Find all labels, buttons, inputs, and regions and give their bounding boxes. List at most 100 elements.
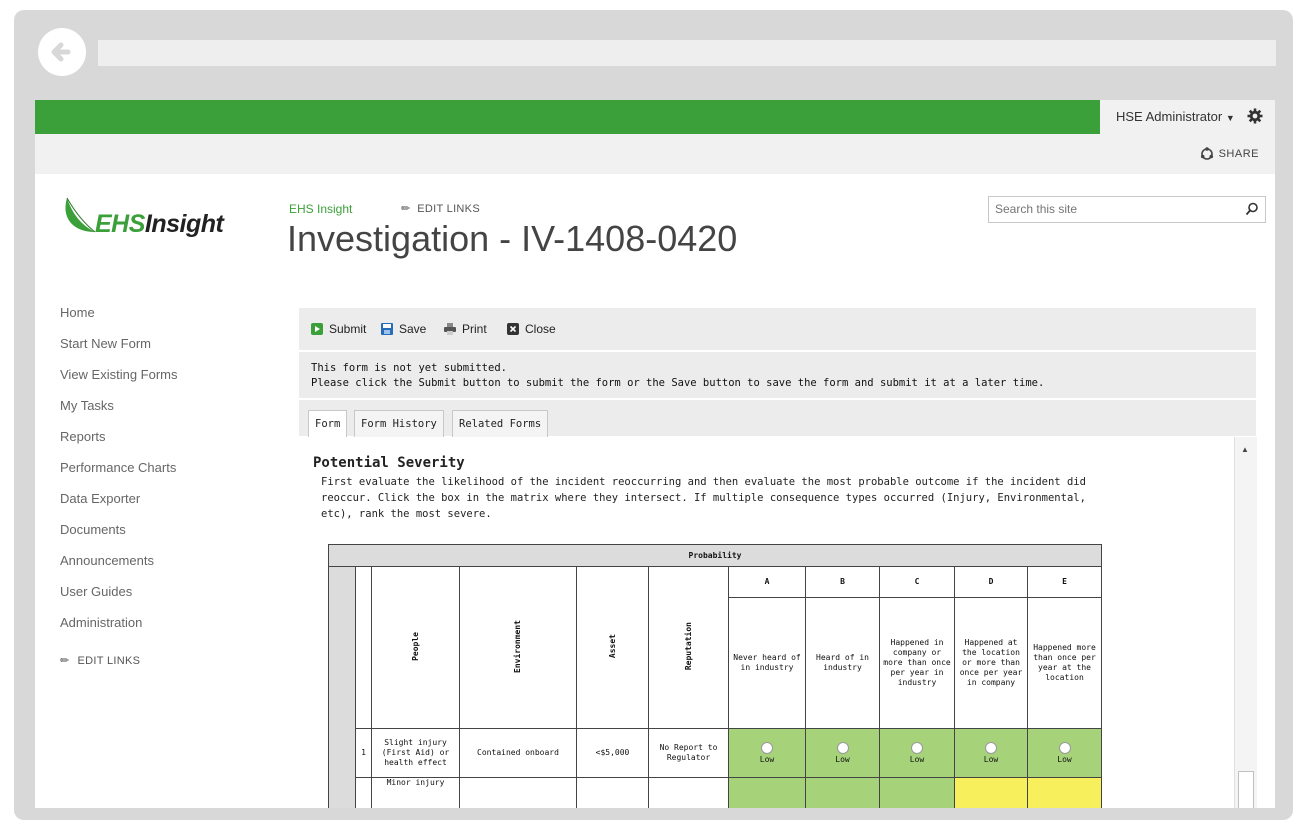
probability-letter-e: E xyxy=(1027,566,1102,598)
matrix-cell-2e[interactable] xyxy=(1027,777,1102,808)
row2-reputation xyxy=(648,777,729,808)
matrix-cell-1c[interactable]: Low xyxy=(879,728,955,778)
nav-item-announcements[interactable]: Announcements xyxy=(60,553,178,584)
save-button[interactable]: Save xyxy=(381,322,426,336)
site-logo[interactable]: EHSInsight xyxy=(59,196,259,246)
tab-form[interactable]: Form xyxy=(308,410,348,438)
probability-desc-e: Happened more than once per year at the … xyxy=(1027,597,1102,729)
column-header-reputation: Reputation xyxy=(648,566,729,729)
radio-button[interactable] xyxy=(761,741,773,754)
instructions-line-1: First evaluate the likelihood of the inc… xyxy=(321,476,1086,488)
notice-line-1: This form is not yet submitted. xyxy=(311,362,507,374)
tab-form-history[interactable]: Form History xyxy=(354,410,444,437)
nav-item-my-tasks[interactable]: My Tasks xyxy=(60,398,178,429)
submit-icon xyxy=(311,323,323,335)
matrix-cell-1d[interactable]: Low xyxy=(954,728,1028,778)
pencil-icon: ✏︎ xyxy=(401,203,411,215)
row2-asset xyxy=(576,777,649,808)
form-scrollbar[interactable]: ▲ xyxy=(1234,437,1257,808)
form-tabs: Form Form History Related Forms xyxy=(299,400,1256,438)
row1-reputation: No Report to Regulator xyxy=(648,728,729,778)
nav-item-documents[interactable]: Documents xyxy=(60,522,178,553)
edit-links-top[interactable]: ✏︎ EDIT LINKS xyxy=(401,202,480,215)
close-icon xyxy=(507,323,519,335)
matrix-cell-2a[interactable] xyxy=(728,777,806,808)
row1-environment: Contained onboard xyxy=(459,728,577,778)
share-label: SHARE xyxy=(1218,148,1259,160)
breadcrumb-link[interactable]: EHS Insight xyxy=(289,202,352,216)
form-toolbar: Submit Save Print Close xyxy=(299,308,1256,350)
instructions-line-2: reoccur. Click the box in the matrix whe… xyxy=(321,492,1086,504)
logo-text: EHSInsight xyxy=(95,210,224,238)
severity-axis-column xyxy=(328,566,356,808)
probability-letter-a: A xyxy=(728,566,806,598)
nav-item-view-existing-forms[interactable]: View Existing Forms xyxy=(60,367,178,398)
probability-desc-d: Happened at the location or more than on… xyxy=(954,597,1028,729)
form-status-notice: This form is not yet submitted. Please c… xyxy=(299,352,1256,398)
search-icon[interactable] xyxy=(1245,202,1259,216)
severity-number: 1 xyxy=(355,728,372,778)
caret-down-icon: ▼ xyxy=(1225,113,1235,123)
address-bar[interactable] xyxy=(98,40,1276,66)
matrix-cell-1b[interactable]: Low xyxy=(805,728,880,778)
nav-item-data-exporter[interactable]: Data Exporter xyxy=(60,491,178,522)
matrix-cell-1e[interactable]: Low xyxy=(1027,728,1102,778)
submit-button[interactable]: Submit xyxy=(311,322,366,336)
row1-people: Slight injury (First Aid) or health effe… xyxy=(371,728,460,778)
matrix-cell-2c[interactable] xyxy=(879,777,955,808)
probability-desc-c: Happened in company or more than once pe… xyxy=(879,597,955,729)
close-button[interactable]: Close xyxy=(507,322,556,336)
print-icon xyxy=(444,323,456,335)
notice-line-2: Please click the Submit button to submit… xyxy=(311,377,1045,389)
suite-bar: HSE Administrator ▼ xyxy=(35,100,1275,134)
probability-letter-d: D xyxy=(954,566,1028,598)
page-title: Investigation - IV-1408-0420 xyxy=(287,218,738,259)
nav-item-reports[interactable]: Reports xyxy=(60,429,178,460)
tab-related-forms[interactable]: Related Forms xyxy=(452,410,549,437)
radio-button[interactable] xyxy=(1058,741,1071,754)
nav-item-administration[interactable]: Administration xyxy=(60,615,178,646)
scroll-thumb[interactable] xyxy=(1238,771,1254,808)
user-menu[interactable]: HSE Administrator ▼ xyxy=(1116,109,1235,124)
probability-letter-b: B xyxy=(805,566,880,598)
column-header-people: People xyxy=(371,566,460,729)
print-button[interactable]: Print xyxy=(444,322,487,336)
share-button[interactable]: SHARE xyxy=(1200,147,1259,161)
back-button[interactable] xyxy=(38,28,86,76)
probability-desc-b: Heard of in industry xyxy=(805,597,880,729)
matrix-cell-2d[interactable] xyxy=(954,777,1028,808)
radio-button[interactable] xyxy=(985,741,997,754)
back-arrow-icon xyxy=(51,42,71,62)
pencil-icon: ✏︎ xyxy=(60,655,70,667)
nav-item-home[interactable]: Home xyxy=(60,305,178,336)
search-input[interactable] xyxy=(989,197,1231,221)
column-header-environment: Environment xyxy=(459,566,577,729)
row2-people: Minor injury xyxy=(371,777,460,808)
save-icon xyxy=(381,323,393,335)
nav-item-performance-charts[interactable]: Performance Charts xyxy=(60,460,178,491)
gear-icon[interactable] xyxy=(1247,108,1263,124)
suite-bar-user-area: HSE Administrator ▼ xyxy=(1100,100,1275,134)
scroll-up-arrow-icon[interactable]: ▲ xyxy=(1241,445,1249,454)
severity-number-2 xyxy=(355,777,372,808)
probability-letter-c: C xyxy=(879,566,955,598)
ribbon: SHARE xyxy=(35,134,1275,174)
matrix-cell-2b[interactable] xyxy=(805,777,880,808)
nav-item-start-new-form[interactable]: Start New Form xyxy=(60,336,178,367)
share-icon xyxy=(1200,147,1213,160)
probability-header: Probability xyxy=(328,544,1102,567)
nav-item-user-guides[interactable]: User Guides xyxy=(60,584,178,615)
left-nav: Home Start New Form View Existing Forms … xyxy=(60,305,178,667)
risk-matrix: Probability People Environment Asset Rep… xyxy=(328,544,1102,808)
matrix-cell-1a[interactable]: Low xyxy=(728,728,806,778)
row2-environment xyxy=(459,777,577,808)
search-box[interactable] xyxy=(988,196,1266,223)
column-header-asset: Asset xyxy=(576,566,649,729)
probability-desc-a: Never heard of in industry xyxy=(728,597,806,729)
nav-edit-links[interactable]: ✏︎ EDIT LINKS xyxy=(60,654,178,668)
radio-button[interactable] xyxy=(836,741,849,754)
page-viewport: HSE Administrator ▼ SHARE EHSInsight EHS… xyxy=(35,100,1275,808)
radio-button[interactable] xyxy=(911,741,923,754)
section-title: Potential Severity xyxy=(313,455,465,471)
section-instructions: First evaluate the likelihood of the inc… xyxy=(321,474,1121,522)
